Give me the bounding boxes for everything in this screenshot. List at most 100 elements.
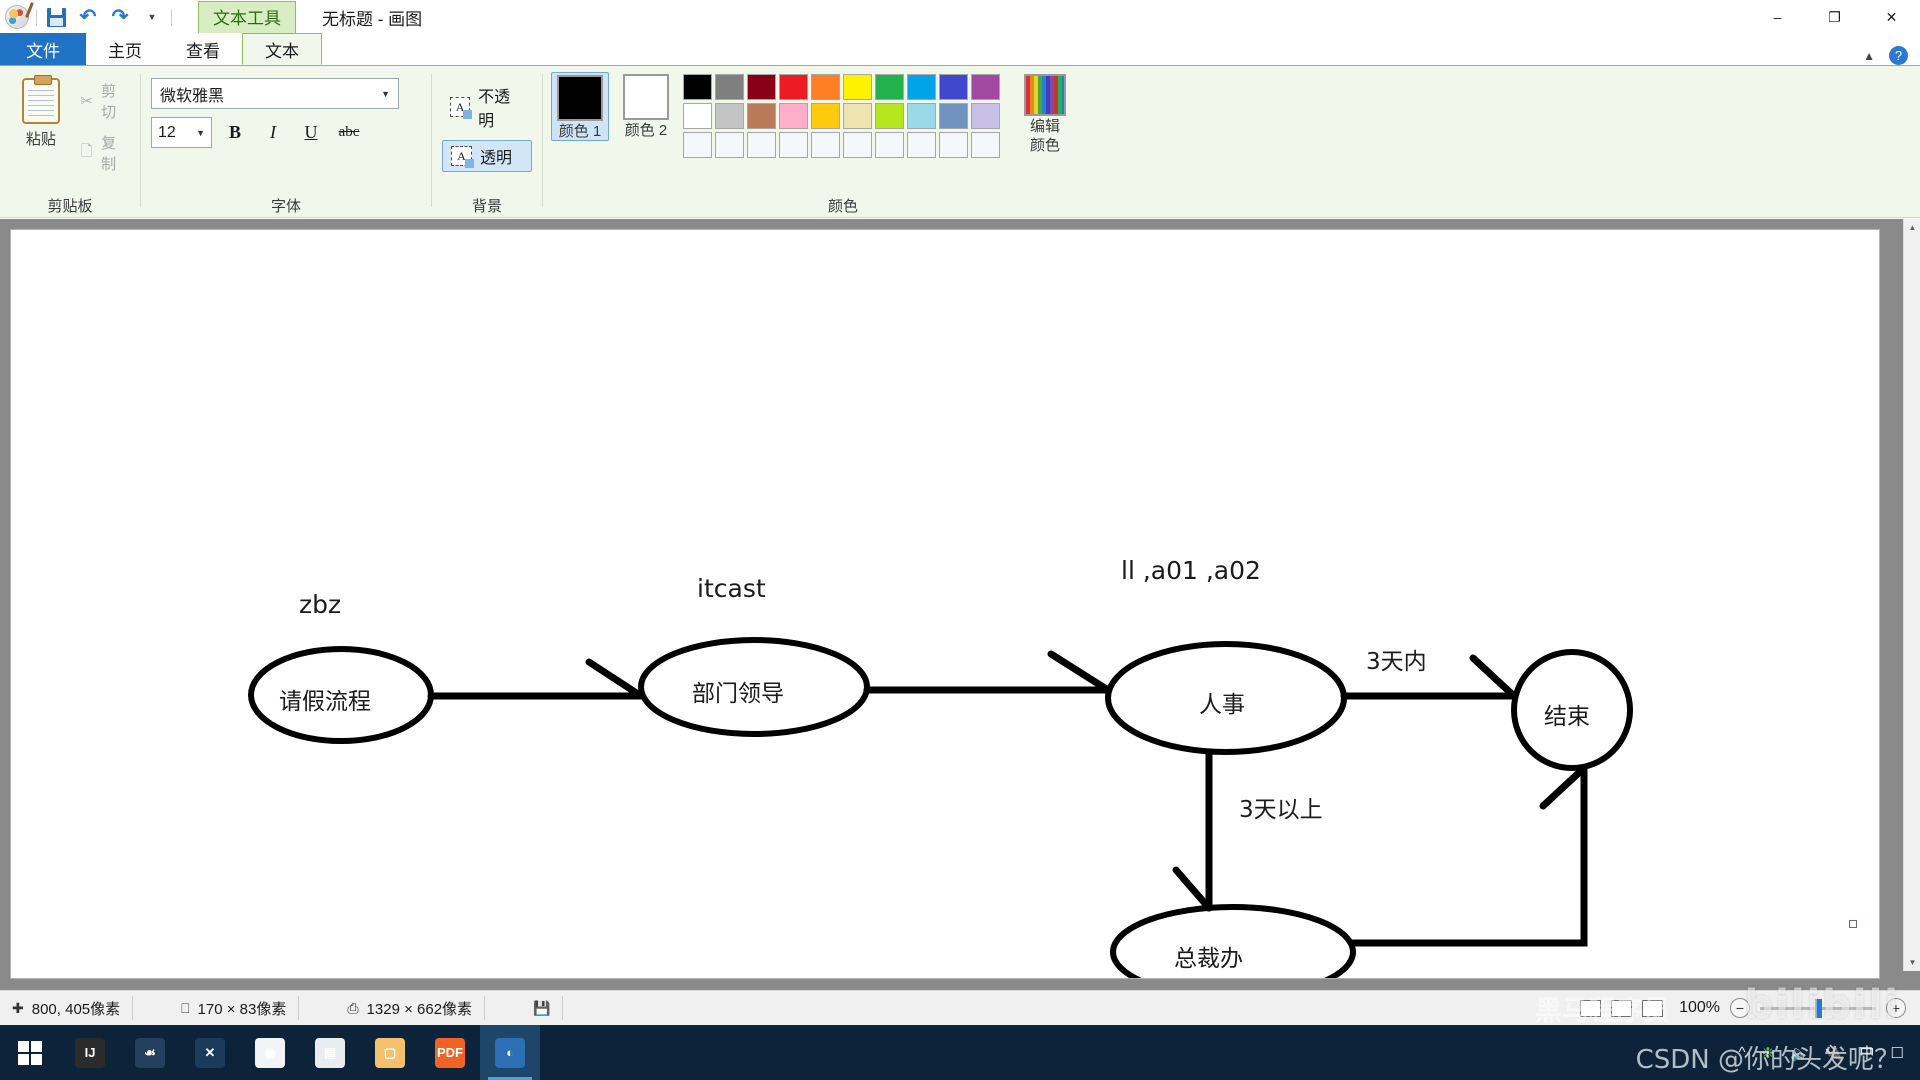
app-window-icon: ▤	[315, 1037, 345, 1068]
palette-swatch[interactable]	[747, 132, 776, 158]
chevron-up-icon[interactable]: ^	[1739, 1044, 1746, 1061]
paint-canvas[interactable]: 请假流程 部门领导 人事 总裁办 结束 zbz itcast ll ,a01 ,…	[10, 229, 1880, 979]
palette-swatch[interactable]	[811, 103, 840, 129]
palette-swatch[interactable]	[971, 132, 1000, 158]
fullscreen-view-icon[interactable]	[1611, 999, 1633, 1017]
transparent-button[interactable]: A 透明	[442, 140, 532, 172]
palette-swatch[interactable]	[779, 74, 808, 100]
palette-swatch[interactable]	[971, 74, 1000, 100]
tab-view[interactable]: 查看	[164, 33, 242, 65]
edge-2-arrow	[1047, 650, 1112, 694]
network-icon[interactable]: ❉	[1762, 1044, 1775, 1062]
opaque-button[interactable]: A 不透明	[442, 80, 532, 134]
intellij-idea-taskbar-button[interactable]: IJ	[60, 1025, 120, 1080]
palette-swatch[interactable]	[907, 132, 936, 158]
edge-5-arrow	[1539, 764, 1588, 810]
selection-size-icon: ⎕	[181, 999, 190, 1016]
scroll-up-icon[interactable]: ▲	[1904, 219, 1920, 236]
palette-swatch[interactable]	[779, 103, 808, 129]
navicat-taskbar-button[interactable]: ☙	[120, 1025, 180, 1080]
thumbnail-view-icon[interactable]	[1580, 999, 1602, 1017]
maximize-button[interactable]: ❐	[1806, 0, 1863, 34]
pdf-reader-taskbar-button[interactable]: PDF	[420, 1025, 480, 1080]
clipboard-group-label: 剪贴板	[47, 197, 93, 215]
vscode-taskbar-button[interactable]: ✕	[180, 1025, 240, 1080]
ribbon-group-clipboard: 粘贴 ✂ 剪切 🗋 复制 剪贴板	[0, 66, 140, 218]
palette-swatch[interactable]	[939, 74, 968, 100]
color2-button[interactable]: 颜色 2	[617, 72, 675, 139]
palette-swatch[interactable]	[875, 132, 904, 158]
vertical-scrollbar[interactable]: ▲ ▼	[1903, 219, 1920, 971]
ime-chinese-icon[interactable]: 中	[1860, 1042, 1875, 1063]
palette-swatch[interactable]	[843, 132, 872, 158]
font-family-select[interactable]: 微软雅黑 ▼	[151, 78, 399, 109]
palette-swatch[interactable]	[747, 103, 776, 129]
undo-icon[interactable]: ↶	[75, 4, 101, 30]
palette-swatch[interactable]	[779, 132, 808, 158]
app-window-taskbar-button[interactable]: ▤	[300, 1025, 360, 1080]
strikethrough-button[interactable]: abc	[334, 119, 364, 147]
palette-swatch[interactable]	[907, 103, 936, 129]
palette-swatch[interactable]	[971, 103, 1000, 129]
canvas-resize-handle[interactable]	[1849, 920, 1857, 928]
close-button[interactable]: ✕	[1863, 0, 1920, 34]
windows-start-icon[interactable]	[0, 1025, 60, 1080]
palette-swatch[interactable]	[747, 74, 776, 100]
background-group-label: 背景	[471, 197, 502, 215]
color1-button[interactable]: 颜色 1	[551, 72, 609, 142]
underline-button[interactable]: U	[296, 119, 326, 147]
palette-swatch[interactable]	[939, 103, 968, 129]
palette-swatch[interactable]	[811, 132, 840, 158]
redo-icon[interactable]: ↷	[107, 4, 133, 30]
palette-swatch[interactable]	[715, 103, 744, 129]
image-size-icon: ⎙	[347, 999, 359, 1016]
tab-file[interactable]: 文件	[0, 33, 86, 65]
copy-button[interactable]: 🗋 复制	[78, 132, 130, 174]
notification-icon[interactable]: ☐	[1891, 1044, 1904, 1062]
italic-button[interactable]: I	[258, 119, 288, 147]
paint-palette-icon[interactable]	[4, 4, 30, 30]
zoom-out-icon[interactable]: −	[1730, 998, 1750, 1018]
file-explorer-taskbar-button[interactable]: ▢	[360, 1025, 420, 1080]
divider	[171, 8, 172, 26]
palette-swatch[interactable]	[843, 103, 872, 129]
palette-swatch[interactable]	[715, 74, 744, 100]
selection-size-cell: ⎕ 170 × 83像素	[133, 991, 298, 1026]
palette-swatch[interactable]	[715, 132, 744, 158]
minimize-button[interactable]: –	[1749, 0, 1806, 34]
palette-swatch[interactable]	[683, 132, 712, 158]
edit-colors-button[interactable]: 编辑 颜色	[1014, 72, 1076, 155]
zoom-in-icon[interactable]: +	[1886, 998, 1906, 1018]
chrome-taskbar-button[interactable]: ◉	[240, 1025, 300, 1080]
palette-swatch[interactable]	[875, 74, 904, 100]
tab-home[interactable]: 主页	[86, 33, 164, 65]
cut-button[interactable]: ✂ 剪切	[78, 80, 130, 122]
color-palette[interactable]	[683, 72, 1000, 158]
zoom-slider[interactable]	[1760, 998, 1876, 1018]
ruler-view-icon[interactable]	[1642, 999, 1664, 1017]
font-size-select[interactable]: 12 ▼	[151, 117, 212, 148]
chevron-up-icon[interactable]: ▲	[1863, 49, 1875, 63]
volume-icon[interactable]: 🔈	[1790, 1044, 1809, 1062]
opaque-label: 不透明	[478, 89, 511, 130]
scroll-down-icon[interactable]: ▼	[1904, 954, 1920, 971]
node-tag-2: itcast	[697, 574, 766, 603]
save-icon[interactable]	[43, 4, 69, 30]
colors-group-label: 颜色	[827, 197, 858, 215]
power-icon[interactable]: 🔌	[1825, 1044, 1844, 1062]
palette-swatch[interactable]	[907, 74, 936, 100]
bold-button[interactable]: B	[220, 119, 250, 147]
palette-swatch[interactable]	[939, 132, 968, 158]
palette-swatch[interactable]	[811, 74, 840, 100]
tab-text[interactable]: 文本	[242, 33, 322, 65]
edge-3-arrow	[1469, 654, 1518, 700]
help-icon[interactable]: ?	[1889, 46, 1908, 65]
palette-swatch[interactable]	[843, 74, 872, 100]
paint-taskbar-button[interactable]: ◐	[480, 1025, 540, 1080]
palette-swatch[interactable]	[683, 103, 712, 129]
paste-button[interactable]: 粘贴	[10, 74, 72, 149]
palette-swatch[interactable]	[683, 74, 712, 100]
zoom-slider-thumb[interactable]	[1815, 998, 1822, 1018]
palette-swatch[interactable]	[875, 103, 904, 129]
chevron-down-icon[interactable]: ▼	[139, 4, 165, 30]
